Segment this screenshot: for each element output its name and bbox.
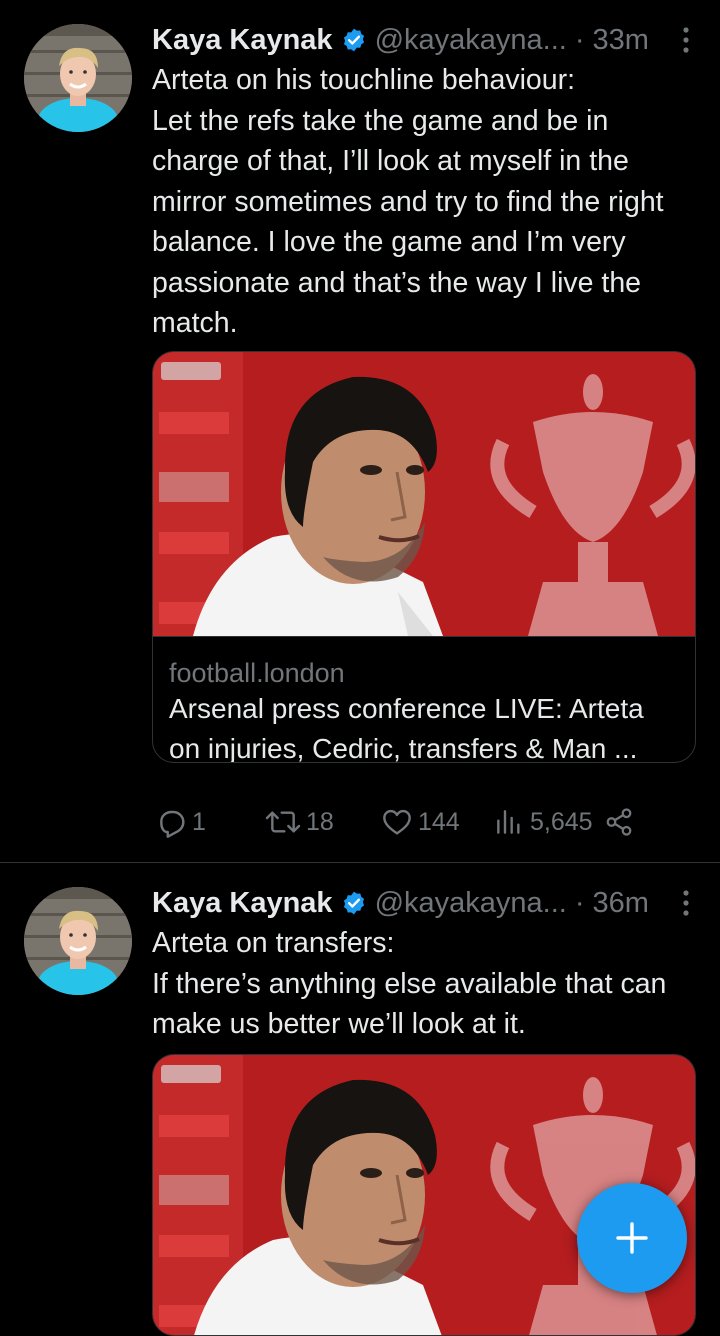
more-vertical-icon[interactable]	[676, 20, 696, 60]
tweet-timestamp[interactable]: 36m	[593, 887, 649, 920]
reply-button[interactable]: 1	[156, 802, 206, 842]
link-card-domain: football.london	[169, 658, 345, 688]
author-handle[interactable]: @kayakayna...	[375, 887, 567, 920]
verified-badge-icon	[343, 28, 364, 52]
tweet[interactable]: Kaya Kaynak @kayakayna... · 33m Arteta o…	[0, 0, 720, 862]
views-count: 5,645	[530, 807, 593, 836]
tweet-text-line: If there’s anything else available that …	[152, 967, 667, 1041]
author-handle[interactable]: @kayakayna...	[375, 24, 567, 57]
like-count: 144	[418, 807, 460, 836]
tweet-text-line: Arteta on transfers:	[152, 927, 395, 959]
separator-dot: ·	[574, 23, 585, 56]
views-button[interactable]: 5,645	[492, 802, 593, 842]
avatar-image	[24, 24, 132, 132]
tweet-header: Kaya Kaynak @kayakayna... · 33m	[152, 20, 696, 60]
avatar[interactable]	[24, 24, 132, 132]
tweet-timestamp[interactable]: 33m	[593, 24, 649, 57]
tweet-text-line: Arteta on his touchline behaviour:	[152, 64, 576, 96]
link-card-title: Arsenal press conference LIVE: Arteta on…	[169, 693, 644, 763]
separator-dot: ·	[574, 886, 585, 919]
link-card[interactable]: football.london Arsenal press conference…	[152, 351, 696, 763]
verified-badge-icon	[343, 891, 364, 915]
reply-icon	[160, 810, 185, 838]
more-vertical-icon[interactable]	[676, 883, 696, 923]
retweet-count: 18	[306, 807, 334, 836]
retweet-button[interactable]: 18	[264, 802, 334, 842]
like-button[interactable]: 144	[380, 802, 460, 842]
reply-count: 1	[192, 807, 206, 836]
views-icon	[497, 810, 520, 834]
tweet-text: Arteta on his touchline behaviour: Let t…	[152, 60, 700, 344]
author-name[interactable]: Kaya Kaynak	[152, 887, 333, 920]
tweet-text: Arteta on transfers: If there’s anything…	[152, 923, 700, 1045]
author-name[interactable]: Kaya Kaynak	[152, 24, 333, 57]
plus-icon	[616, 1222, 648, 1254]
link-card-image	[153, 352, 695, 636]
tweet-text-line: Let the refs take the game and be in cha…	[152, 104, 664, 340]
avatar[interactable]	[24, 887, 132, 995]
link-card-body: football.london Arsenal press conference…	[153, 636, 695, 762]
share-button[interactable]	[604, 802, 638, 842]
tweet-header: Kaya Kaynak @kayakayna... · 36m	[152, 883, 696, 923]
share-icon	[606, 808, 632, 836]
retweet-icon	[265, 811, 301, 833]
heart-icon	[383, 809, 411, 835]
tweet-actions: 1 18 144 5,645	[152, 802, 652, 842]
avatar-image	[24, 887, 132, 995]
compose-tweet-button[interactable]	[577, 1183, 687, 1293]
